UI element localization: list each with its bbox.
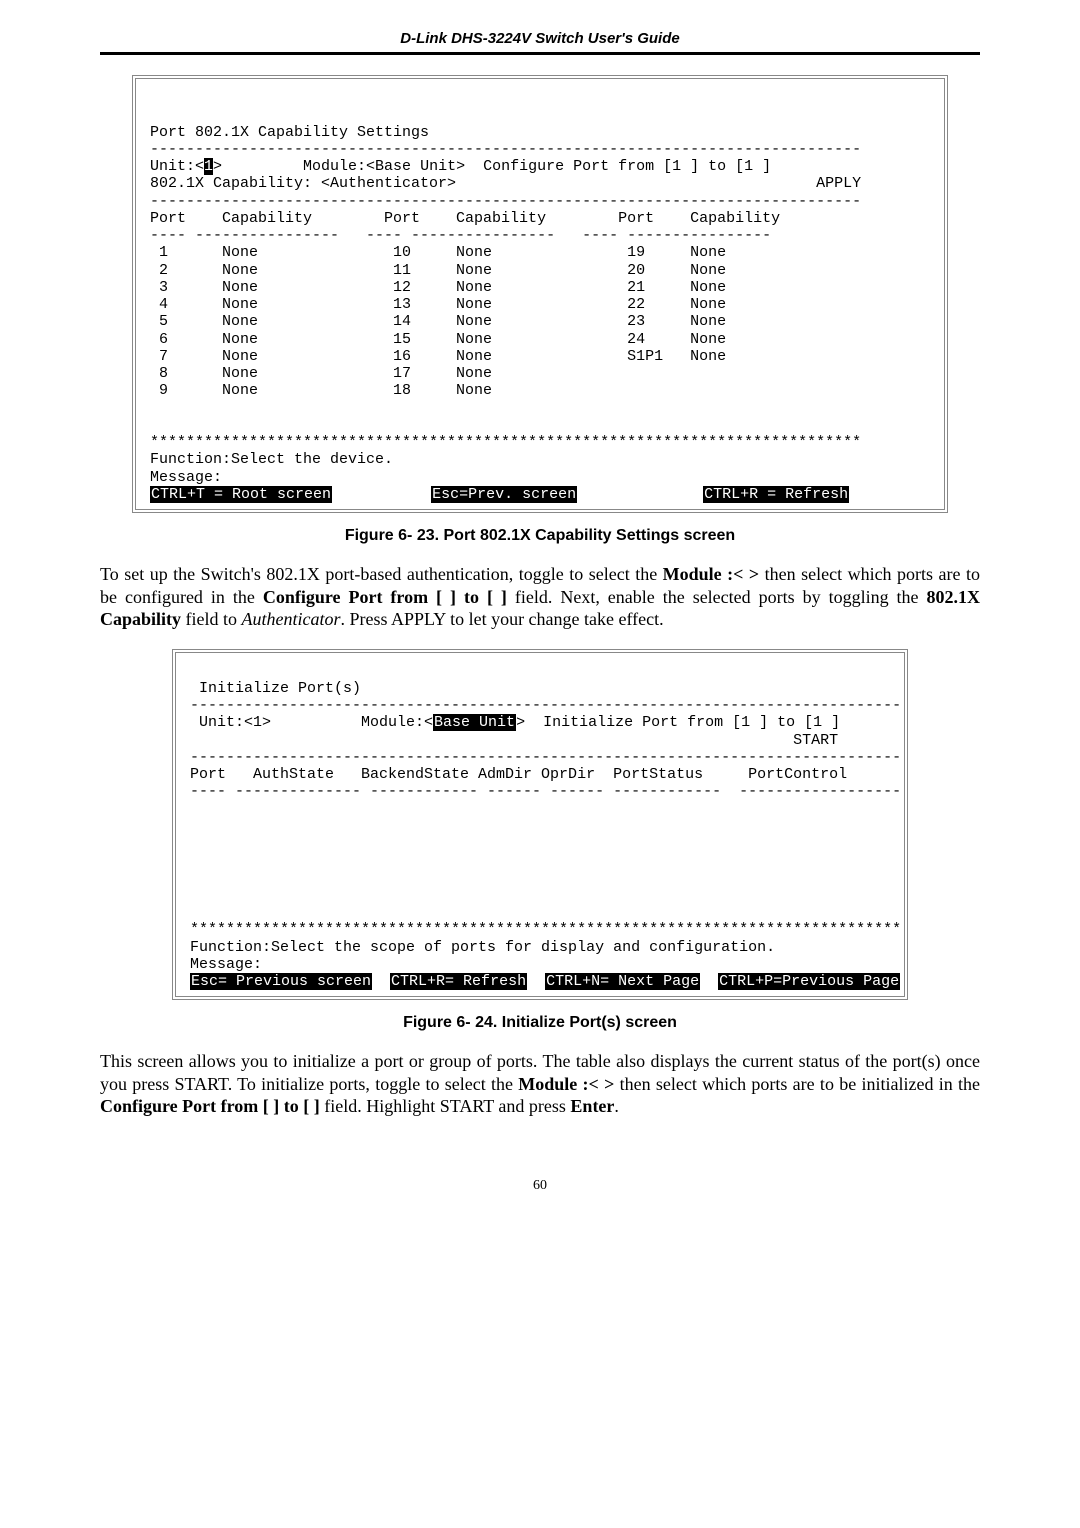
t2-start: START	[190, 732, 838, 749]
t2-rule: ----------------------------------------…	[190, 697, 901, 714]
t1-row1: 1 None 10 None 19 None	[150, 244, 726, 261]
t2-func: Function:Select the scope of ports for d…	[190, 939, 775, 956]
t2-hdr-dash: ---- -------------- ------------ ------ …	[190, 783, 901, 800]
t1-row4: 4 None 13 None 22 None	[150, 296, 726, 313]
t1-hdr: Port Capability Port Capability Port Cap…	[150, 210, 780, 227]
t1-capability-line: 802.1X Capability: <Authenticator> APPLY	[150, 175, 861, 192]
p2f: Enter	[570, 1096, 614, 1116]
p1d: Configure Port from [ ] to [ ]	[263, 587, 507, 607]
p1a: To set up the Switch's 802.1X port-based…	[100, 564, 663, 584]
p1e: field. Next, enable the selected ports b…	[507, 587, 927, 607]
t2-unit-post: > Initialize Port from [1 ] to [1 ]	[516, 714, 840, 731]
p2b: Module :< >	[518, 1074, 614, 1094]
t1-row6: 6 None 15 None 24 None	[150, 331, 726, 348]
t1-row8: 8 None 17 None	[150, 365, 492, 382]
t2-dash2: ----------------------------------------…	[190, 749, 901, 766]
p2e: field. Highlight START and press	[320, 1096, 571, 1116]
t1-foot-left: CTRL+T = Root screen	[150, 486, 332, 503]
t1-foot-mid: Esc=Prev. screen	[431, 486, 577, 503]
t2-foot-c: CTRL+N= Next Page	[545, 973, 700, 990]
header-rule	[100, 52, 980, 55]
figure-caption-2: Figure 6- 24. Initialize Port(s) screen	[100, 1014, 980, 1032]
t2-module-value[interactable]: Base Unit	[433, 714, 516, 731]
page-number: 60	[100, 1178, 980, 1194]
terminal-capability-settings: Port 802.1X Capability Settings --------…	[132, 75, 948, 513]
t1-foot-right: CTRL+R = Refresh	[703, 486, 849, 503]
p1g: field to	[181, 609, 242, 629]
t2-title: Initialize Port(s)	[190, 680, 361, 697]
t1-msg: Message:	[150, 469, 222, 486]
t1-rule2: ----------------------------------------…	[150, 193, 861, 210]
p2g: .	[614, 1096, 619, 1116]
figure-caption-1: Figure 6- 23. Port 802.1X Capability Set…	[100, 527, 980, 545]
t2-unit-pre: Unit:<1> Module:<	[190, 714, 433, 731]
doc-header: D-Link DHS-3224V Switch User's Guide	[400, 30, 679, 47]
t1-hdr-dash: ---- ---------------- ---- -------------…	[150, 227, 771, 244]
t1-unit-pre: Unit:<	[150, 158, 204, 175]
t2-hdr: Port AuthState BackendState AdmDir OprDi…	[190, 766, 847, 783]
t1-row3: 3 None 12 None 21 None	[150, 279, 726, 296]
p1h: Authenticator	[242, 609, 341, 629]
p2c: then select which ports are to be initia…	[614, 1074, 980, 1094]
t1-row7: 7 None 16 None S1P1 None	[150, 348, 726, 365]
t1-func: Function:Select the device.	[150, 451, 393, 468]
t2-stars: ****************************************…	[190, 921, 901, 938]
t1-row2: 2 None 11 None 20 None	[150, 262, 726, 279]
t2-foot-a: Esc= Previous screen	[190, 973, 372, 990]
t1-stars: ****************************************…	[150, 434, 861, 451]
para-2: This screen allows you to initialize a p…	[100, 1050, 980, 1118]
para-1: To set up the Switch's 802.1X port-based…	[100, 563, 980, 631]
t2-foot-d: CTRL+P=Previous Page	[718, 973, 900, 990]
t1-row9: 9 None 18 None	[150, 382, 492, 399]
t2-foot-b: CTRL+R= Refresh	[390, 973, 527, 990]
terminal-initialize-ports: Initialize Port(s) ---------------------…	[172, 649, 908, 1001]
p2d: Configure Port from [ ] to [ ]	[100, 1096, 320, 1116]
t2-msg: Message:	[190, 956, 262, 973]
t1-rule: ----------------------------------------…	[150, 141, 861, 158]
p1b: Module :< >	[663, 564, 759, 584]
t1-unit-post: > Module:<Base Unit> Configure Port from…	[213, 158, 771, 175]
t1-title: Port 802.1X Capability Settings	[150, 124, 429, 141]
p1i: . Press APPLY to let your change take ef…	[341, 609, 664, 629]
t1-row5: 5 None 14 None 23 None	[150, 313, 726, 330]
t1-unit-cursor[interactable]: 1	[204, 158, 213, 175]
